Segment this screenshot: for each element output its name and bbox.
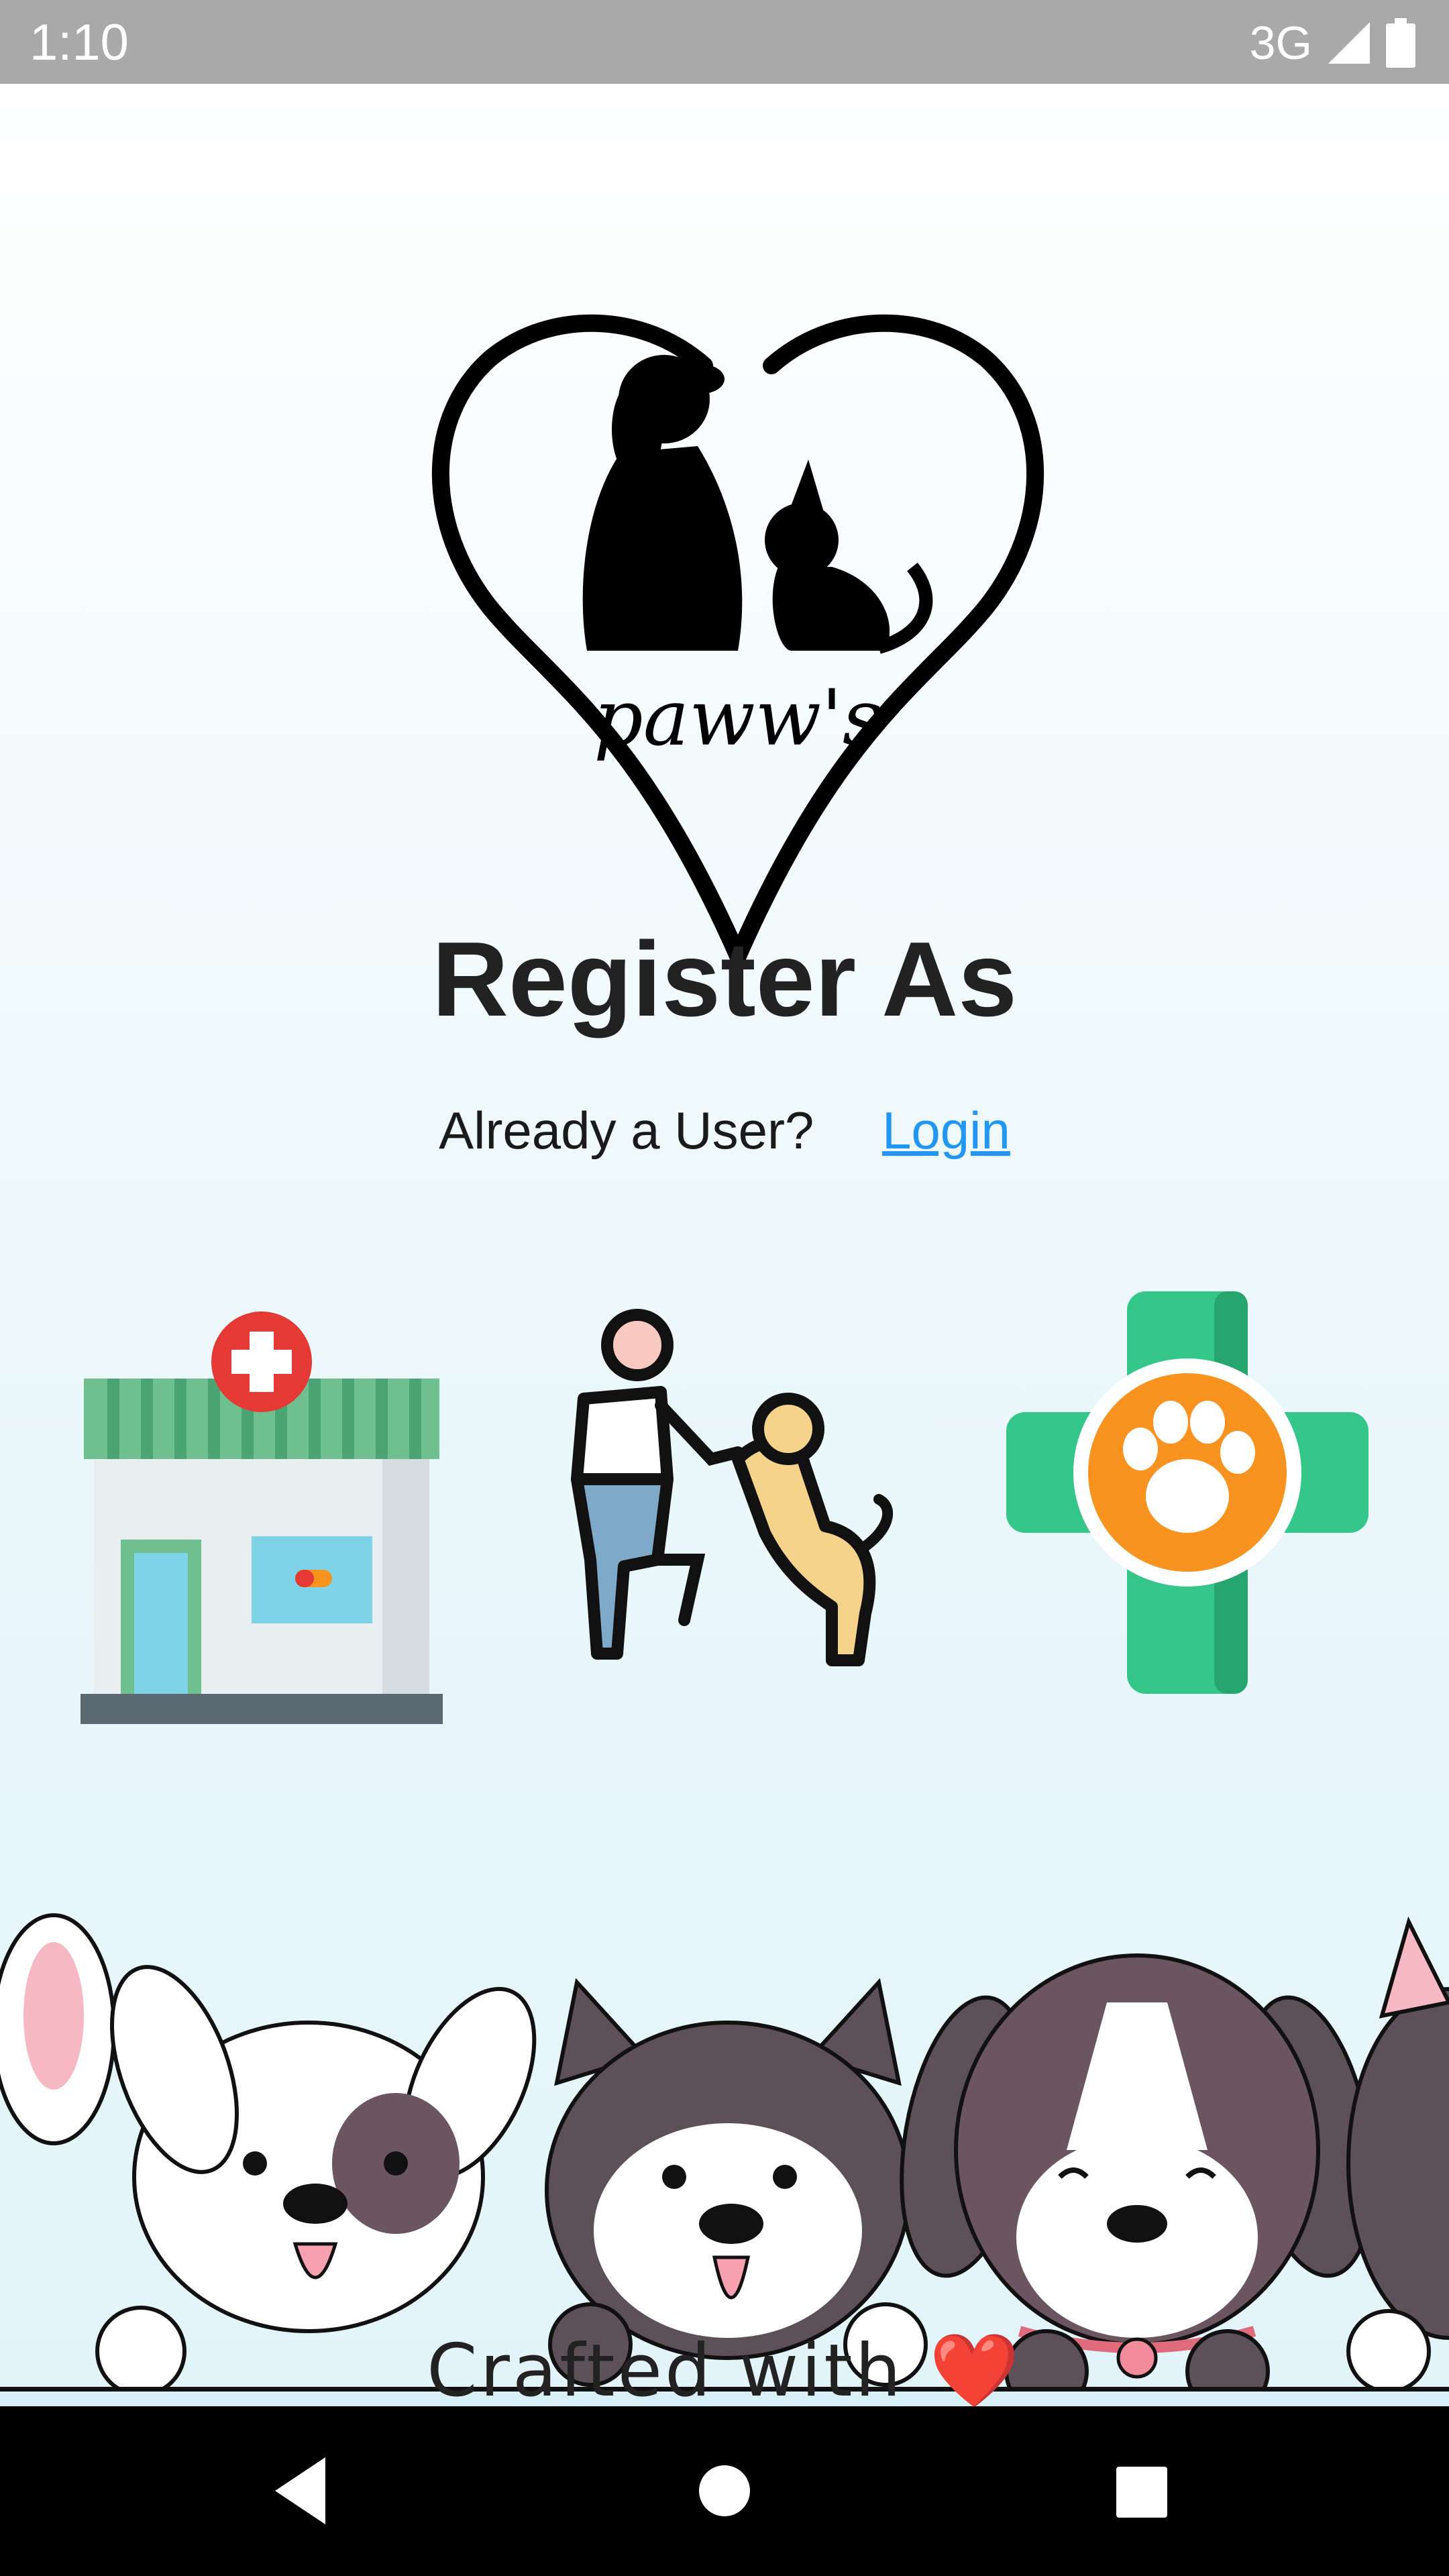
login-link[interactable]: Login [882,1101,1010,1160]
vet-cross-paw-icon [1006,1291,1368,1694]
cartoon-dogs-banner [0,1913,1449,2406]
dalmatian-dog-icon [0,1913,537,2397]
register-as-clinic-button[interactable] [80,1311,443,1727]
login-prompt-row: Already a User? Login [0,1097,1449,1164]
back-icon[interactable] [255,2444,349,2538]
status-time: 1:10 [30,14,129,71]
register-screen: paww's Register As Already a User? Login [0,84,1449,2406]
signal-icon [1328,22,1370,64]
cat-silhouette-icon [765,460,933,654]
status-bar: 1:10 3G [0,0,1449,84]
dog-silhouette-icon [582,355,743,651]
person-playing-with-dog-icon [571,1309,893,1666]
register-as-pet-owner-button[interactable] [543,1305,906,1721]
status-icons: 3G [1250,16,1415,70]
recents-icon[interactable] [1093,2444,1187,2538]
system-nav-bar [0,2406,1449,2576]
register-as-vet-button[interactable] [1006,1291,1368,1694]
page-title: Register As [431,920,1018,1038]
clinic-building-icon [80,1311,443,1724]
network-type: 3G [1249,17,1312,69]
logo-text: paww's [594,674,882,763]
husky-dog-icon [545,1978,928,2387]
home-icon[interactable] [678,2444,771,2538]
heart-icon: ❤️ [929,2329,1022,2407]
paww-logo: paww's [431,314,1044,963]
crafted-label: Crafted with [427,2329,904,2407]
partial-dog-icon [1346,1916,1449,2394]
crafted-with-text: Crafted with ❤️ [0,2329,1449,2407]
login-prompt-text: Already a User? [439,1101,814,1160]
battery-icon [1386,18,1415,68]
